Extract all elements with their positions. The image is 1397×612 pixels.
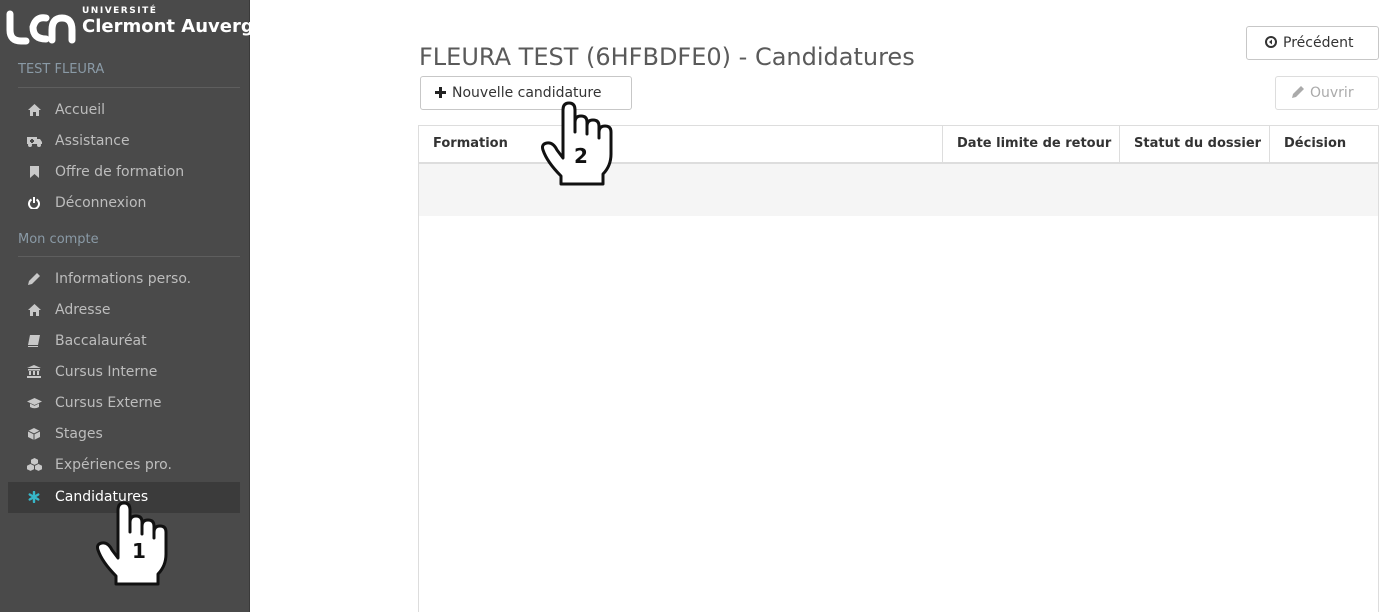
sidebar-item-assistance[interactable]: Assistance (8, 126, 240, 157)
power-icon (26, 188, 42, 221)
app-name: eCandidat (283, 11, 376, 32)
pointer-hand-icon (541, 101, 613, 186)
sidebar-item-offre-formation[interactable]: Offre de formation (8, 157, 240, 188)
sidebar-item-informations-perso[interactable]: Informations perso. (8, 264, 240, 295)
uca-logo (6, 10, 76, 45)
sidebar-item-experiences-pro[interactable]: Expériences pro. (8, 450, 240, 481)
open-button[interactable]: Ouvrir (1275, 76, 1379, 110)
sidebar-item-adresse[interactable]: Adresse (8, 295, 240, 326)
sidebar-item-label: Informations perso. (55, 271, 192, 287)
sidebar-item-cursus-interne[interactable]: Cursus Interne (8, 357, 240, 388)
sidebar-divider (18, 256, 240, 257)
sidebar-item-label: Accueil (55, 102, 105, 118)
sidebar-item-label: Cursus Interne (55, 364, 158, 380)
brand-university-name: Clermont Auvergne (82, 16, 279, 37)
university-icon (26, 357, 42, 390)
bookmark-icon (26, 157, 42, 190)
brand-header[interactable]: UNIVERSITÉ Clermont Auvergne (0, 0, 279, 52)
asterisk-icon (26, 482, 42, 515)
graduation-cap-icon (26, 388, 42, 421)
sidebar-item-label: Cursus Externe (55, 395, 162, 411)
sidebar-item-label: Adresse (55, 302, 111, 318)
step-number-2: 2 (574, 144, 588, 168)
home-icon (26, 95, 42, 128)
sidebar-item-accueil[interactable]: Accueil (8, 95, 240, 126)
sidebar-item-label: Baccalauréat (55, 333, 147, 349)
arrow-circle-left-icon (1265, 27, 1277, 59)
sidebar-item-label: Déconnexion (55, 195, 147, 211)
step-number-1: 1 (132, 539, 146, 563)
plus-icon (435, 77, 446, 109)
page-title: FLEURA TEST (6HFBDFE0) - Candidatures (419, 43, 915, 72)
sidebar-account-section: Mon compte (18, 232, 99, 247)
sidebar-item-stages[interactable]: Stages (8, 419, 240, 450)
brand-university-label: UNIVERSITÉ (82, 6, 158, 16)
home-icon (26, 295, 42, 328)
pencil-icon (1292, 77, 1304, 109)
sidebar-item-label: Stages (55, 426, 103, 442)
sidebar-item-label: Offre de formation (55, 164, 185, 180)
column-header-formation[interactable]: Formation (419, 126, 942, 162)
new-application-button-label: Nouvelle candidature (452, 85, 602, 101)
pencil-icon (26, 264, 42, 297)
cube-icon (26, 419, 42, 452)
sidebar-item-baccalaureat[interactable]: Baccalauréat (8, 326, 240, 357)
sidebar-user-section: TEST FLEURA (18, 62, 105, 77)
applications-table: Formation Date limite de retour Statut d… (418, 125, 1379, 612)
column-header-decision[interactable]: Décision (1269, 126, 1378, 162)
sidebar-item-label: Assistance (55, 133, 130, 149)
ambulance-icon (26, 126, 42, 159)
previous-button[interactable]: Précédent (1246, 26, 1379, 60)
sidebar-item-label: Expériences pro. (55, 457, 172, 473)
book-icon (26, 326, 42, 359)
sidebar-item-cursus-externe[interactable]: Cursus Externe (8, 388, 240, 419)
open-button-label: Ouvrir (1310, 85, 1354, 101)
column-header-date-limite[interactable]: Date limite de retour (942, 126, 1119, 162)
column-header-statut[interactable]: Statut du dossier (1119, 126, 1269, 162)
previous-button-label: Précédent (1283, 35, 1354, 51)
sidebar-divider (18, 87, 240, 88)
sidebar-item-deconnexion[interactable]: Déconnexion (8, 188, 240, 219)
cubes-icon (26, 450, 42, 483)
